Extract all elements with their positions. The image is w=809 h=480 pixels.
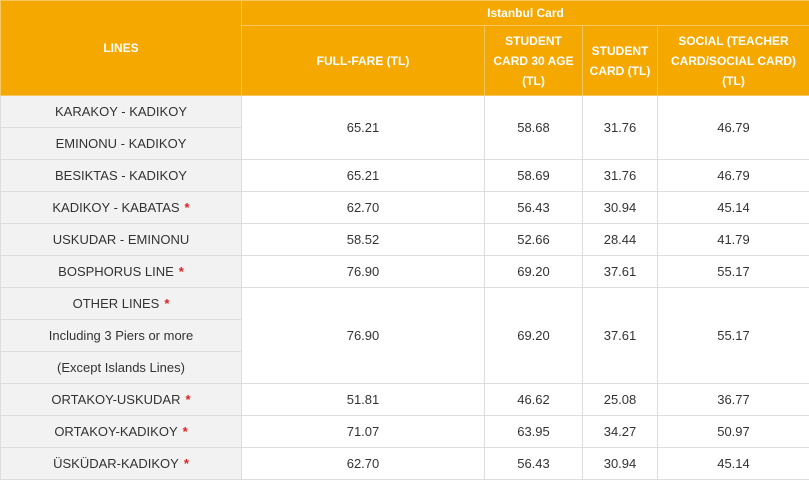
table-row: USKUDAR - EMINONU 58.52 52.66 28.44 41.7…: [1, 224, 809, 256]
full-fare-cell: 65.21: [242, 96, 485, 160]
line-name: EMINONU - KADIKOY: [1, 128, 242, 160]
social-cell: 41.79: [658, 224, 809, 256]
student-cell: 30.94: [583, 192, 658, 224]
student-cell: 31.76: [583, 160, 658, 192]
line-cell: OTHER LINES *: [1, 288, 242, 320]
fare-table: LINES Istanbul Card FULL-FARE (TL) STUDE…: [0, 0, 809, 480]
social-cell: 55.17: [658, 256, 809, 288]
student-cell: 25.08: [583, 384, 658, 416]
line-cell: KADIKOY - KABATAS *: [1, 192, 242, 224]
line-name: KARAKOY - KADIKOY: [1, 96, 242, 128]
student-cell: 34.27: [583, 416, 658, 448]
full-fare-cell: 51.81: [242, 384, 485, 416]
student-cell: 30.94: [583, 448, 658, 480]
line-name: BESIKTAS - KADIKOY: [1, 160, 242, 192]
full-fare-cell: 76.90: [242, 256, 485, 288]
social-cell: 45.14: [658, 192, 809, 224]
full-fare-cell: 76.90: [242, 288, 485, 384]
social-cell: 46.79: [658, 96, 809, 160]
lines-header: LINES: [1, 1, 242, 96]
table-row: ÜSKÜDAR-KADIKOY * 62.70 56.43 30.94 45.14: [1, 448, 809, 480]
asterisk-mark: *: [185, 200, 190, 215]
table-row: KARAKOY - KADIKOY 65.21 58.68 31.76 46.7…: [1, 96, 809, 128]
line-cell: ÜSKÜDAR-KADIKOY *: [1, 448, 242, 480]
asterisk-mark: *: [179, 264, 184, 279]
table-row: OTHER LINES* 76.90 69.20 37.61 55.17: [1, 288, 809, 320]
table-row: BOSPHORUS LINE * 76.90 69.20 37.61 55.17: [1, 256, 809, 288]
student-cell: 37.61: [583, 288, 658, 384]
line-name: BOSPHORUS LINE: [58, 264, 174, 279]
line-name: KADIKOY - KABATAS: [52, 200, 179, 215]
student-30-cell: 56.43: [485, 448, 583, 480]
student-30-cell: 63.95: [485, 416, 583, 448]
full-fare-cell: 62.70: [242, 448, 485, 480]
student-cell: 28.44: [583, 224, 658, 256]
student-cell: 31.76: [583, 96, 658, 160]
student-header: STUDENT CARD (TL): [583, 26, 658, 96]
asterisk-mark: *: [183, 424, 188, 439]
table-row: ORTAKOY-KADIKOY * 71.07 63.95 34.27 50.97: [1, 416, 809, 448]
asterisk-mark: *: [186, 392, 191, 407]
full-fare-cell: 71.07: [242, 416, 485, 448]
istanbul-card-header: Istanbul Card: [242, 1, 809, 26]
line-cell: BOSPHORUS LINE *: [1, 256, 242, 288]
full-fare-cell: 62.70: [242, 192, 485, 224]
social-header: SOCIAL (TEACHER CARD/SOCIAL CARD) (TL): [658, 26, 809, 96]
table-row: ORTAKOY-USKUDAR * 51.81 46.62 25.08 36.77: [1, 384, 809, 416]
social-cell: 50.97: [658, 416, 809, 448]
line-note: Including 3 Piers or more: [1, 320, 242, 352]
line-cell: ORTAKOY-KADIKOY *: [1, 416, 242, 448]
student-30-cell: 52.66: [485, 224, 583, 256]
line-name: ORTAKOY-KADIKOY: [54, 424, 177, 439]
line-name: ORTAKOY-USKUDAR: [51, 392, 180, 407]
full-fare-header: FULL-FARE (TL): [242, 26, 485, 96]
full-fare-cell: 65.21: [242, 160, 485, 192]
social-cell: 45.14: [658, 448, 809, 480]
student-30-cell: 46.62: [485, 384, 583, 416]
social-cell: 46.79: [658, 160, 809, 192]
line-name: OTHER LINES: [73, 296, 160, 311]
student-30-header: STUDENT CARD 30 AGE (TL): [485, 26, 583, 96]
student-30-cell: 56.43: [485, 192, 583, 224]
social-cell: 55.17: [658, 288, 809, 384]
student-30-cell: 58.69: [485, 160, 583, 192]
line-cell: ORTAKOY-USKUDAR *: [1, 384, 242, 416]
student-30-cell: 69.20: [485, 288, 583, 384]
table-row: KADIKOY - KABATAS * 62.70 56.43 30.94 45.…: [1, 192, 809, 224]
asterisk-mark: *: [164, 296, 169, 311]
line-name: ÜSKÜDAR-KADIKOY: [53, 456, 179, 471]
student-cell: 37.61: [583, 256, 658, 288]
line-name: USKUDAR - EMINONU: [1, 224, 242, 256]
social-cell: 36.77: [658, 384, 809, 416]
student-30-cell: 58.68: [485, 96, 583, 160]
full-fare-cell: 58.52: [242, 224, 485, 256]
student-30-cell: 69.20: [485, 256, 583, 288]
asterisk-mark: *: [184, 456, 189, 471]
line-note: (Except Islands Lines): [1, 352, 242, 384]
table-row: BESIKTAS - KADIKOY 65.21 58.69 31.76 46.…: [1, 160, 809, 192]
